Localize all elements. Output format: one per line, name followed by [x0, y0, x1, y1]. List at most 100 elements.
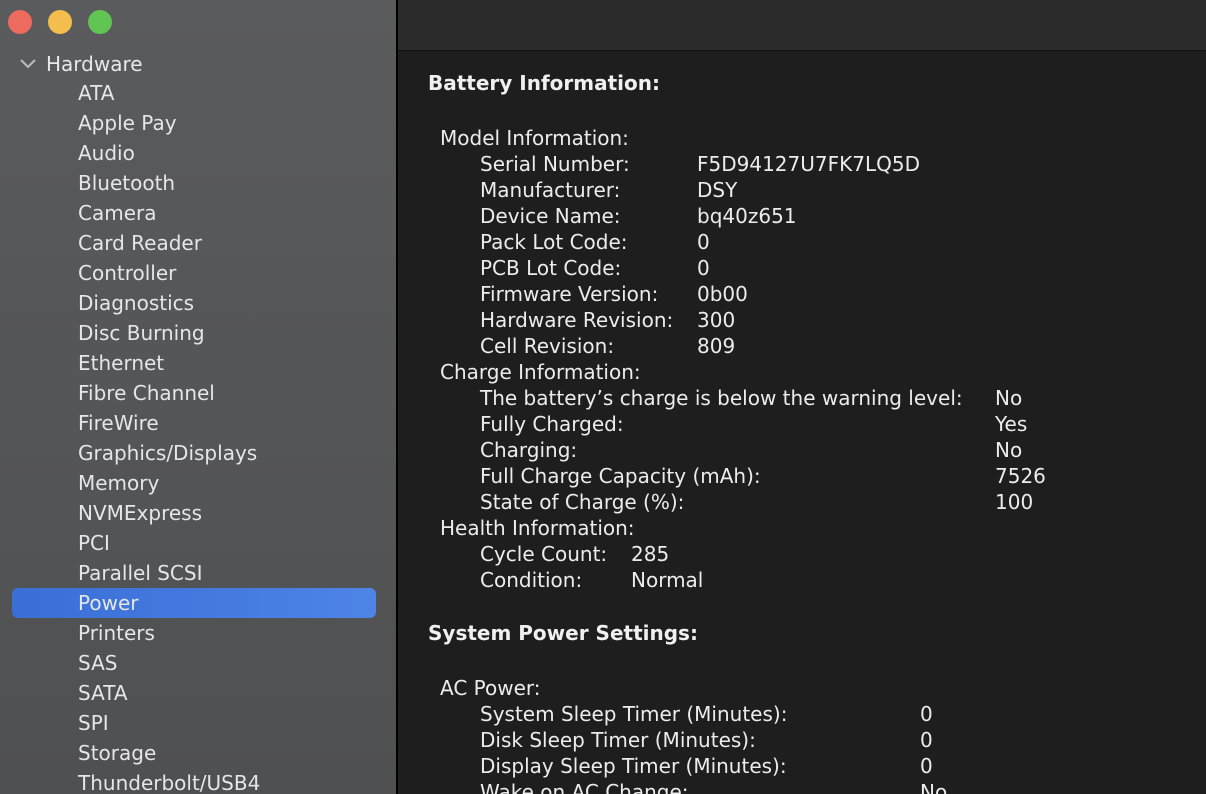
- sidebar-item-label: Audio: [78, 141, 135, 165]
- sidebar-item-ethernet[interactable]: Ethernet: [0, 348, 396, 378]
- sidebar-item-label: Apple Pay: [78, 111, 177, 135]
- fully-charged-value: Yes: [995, 412, 1028, 436]
- health-info-label: Health Information:: [440, 516, 635, 540]
- sidebar-item-label: FireWire: [78, 411, 159, 435]
- display-sleep-value: 0: [920, 754, 933, 778]
- model-info-label: Model Information:: [440, 126, 629, 150]
- sidebar-item-sata[interactable]: SATA: [0, 678, 396, 708]
- detail-pane: Battery Information: Model Information: …: [398, 51, 1206, 794]
- sidebar-item-label: Memory: [78, 471, 160, 495]
- system-sleep-value: 0: [920, 702, 933, 726]
- sidebar-item-label: Printers: [78, 621, 155, 645]
- full-capacity-label: Full Charge Capacity (mAh):: [480, 464, 761, 488]
- sidebar-item-bluetooth[interactable]: Bluetooth: [0, 168, 396, 198]
- wake-ac-label: Wake on AC Change:: [480, 780, 689, 794]
- sidebar-item-label: Graphics/Displays: [78, 441, 258, 465]
- disk-sleep-label: Disk Sleep Timer (Minutes):: [480, 728, 756, 752]
- sidebar-item-label: SATA: [78, 681, 128, 705]
- sidebar-item-label: NVMExpress: [78, 501, 202, 525]
- chevron-down-icon[interactable]: [18, 50, 38, 78]
- pack-lot-label: Pack Lot Code:: [480, 230, 628, 254]
- sidebar-item-label: Parallel SCSI: [78, 561, 203, 585]
- charge-info-label: Charge Information:: [440, 360, 641, 384]
- hardware-rev-value: 300: [697, 308, 736, 332]
- serial-number-value: F5D94127U7FK7LQ5D: [697, 152, 920, 176]
- serial-number-label: Serial Number:: [480, 152, 630, 176]
- wake-ac-value: No: [920, 780, 948, 794]
- sidebar-item-label: PCI: [78, 531, 110, 555]
- sidebar-item-storage[interactable]: Storage: [0, 738, 396, 768]
- sidebar-item-memory[interactable]: Memory: [0, 468, 396, 498]
- sidebar-item-pci[interactable]: PCI: [0, 528, 396, 558]
- pcb-lot-label: PCB Lot Code:: [480, 256, 622, 280]
- sidebar: Hardware ATA Apple Pay Audio Bluetooth Camer…: [0, 0, 398, 794]
- sidebar-item-parallel-scsi[interactable]: Parallel SCSI: [0, 558, 396, 588]
- sidebar-item-camera[interactable]: Camera: [0, 198, 396, 228]
- sidebar-item-diagnostics[interactable]: Diagnostics: [0, 288, 396, 318]
- sidebar-item-printers[interactable]: Printers: [0, 618, 396, 648]
- sidebar-item-label: Thunderbolt/USB4: [78, 771, 261, 794]
- sidebar-item-label: Camera: [78, 201, 157, 225]
- sidebar-item-power[interactable]: Power: [0, 588, 396, 618]
- sidebar-item-card-reader[interactable]: Card Reader: [0, 228, 396, 258]
- charging-value: No: [995, 438, 1023, 462]
- disk-sleep-value: 0: [920, 728, 933, 752]
- power-settings-heading: System Power Settings:: [428, 621, 698, 645]
- sidebar-item-label: Ethernet: [78, 351, 165, 375]
- sidebar-item-graphics-displays[interactable]: Graphics/Displays: [0, 438, 396, 468]
- sidebar-item-fibre-channel[interactable]: Fibre Channel: [0, 378, 396, 408]
- state-of-charge-label: State of Charge (%):: [480, 490, 685, 514]
- sidebar-tree: Hardware ATA Apple Pay Audio Bluetooth Camer…: [0, 50, 396, 794]
- fully-charged-label: Fully Charged:: [480, 412, 624, 436]
- sidebar-item-label: Controller: [78, 261, 177, 285]
- state-of-charge-value: 100: [995, 490, 1034, 514]
- sidebar-item-label: Card Reader: [78, 231, 202, 255]
- warning-level-label: The battery’s charge is below the warnin…: [480, 386, 963, 410]
- charging-label: Charging:: [480, 438, 578, 462]
- toolbar: [398, 0, 1206, 51]
- ac-power-label: AC Power:: [440, 676, 541, 700]
- hardware-rev-label: Hardware Revision:: [480, 308, 674, 332]
- sidebar-item-label: ATA: [78, 81, 115, 105]
- firmware-label: Firmware Version:: [480, 282, 659, 306]
- close-button[interactable]: [8, 10, 32, 34]
- sidebar-item-label: SPI: [78, 711, 109, 735]
- sidebar-item-sas[interactable]: SAS: [0, 648, 396, 678]
- device-name-value: bq40z651: [697, 204, 797, 228]
- sidebar-item-apple-pay[interactable]: Apple Pay: [0, 108, 396, 138]
- device-name-label: Device Name:: [480, 204, 621, 228]
- sidebar-item-firewire[interactable]: FireWire: [0, 408, 396, 438]
- sidebar-item-ata[interactable]: ATA: [0, 78, 396, 108]
- sidebar-item-controller[interactable]: Controller: [0, 258, 396, 288]
- pcb-lot-value: 0: [697, 256, 710, 280]
- full-capacity-value: 7526: [995, 464, 1046, 488]
- manufacturer-label: Manufacturer:: [480, 178, 621, 202]
- sidebar-item-disc-burning[interactable]: Disc Burning: [0, 318, 396, 348]
- minimize-button[interactable]: [48, 10, 72, 34]
- sidebar-section-hardware[interactable]: Hardware: [0, 50, 396, 78]
- pack-lot-value: 0: [697, 230, 710, 254]
- display-sleep-label: Display Sleep Timer (Minutes):: [480, 754, 787, 778]
- manufacturer-value: DSY: [697, 178, 738, 202]
- sidebar-item-spi[interactable]: SPI: [0, 708, 396, 738]
- zoom-button[interactable]: [88, 10, 112, 34]
- sidebar-item-label: Diagnostics: [78, 291, 195, 315]
- warning-level-value: No: [995, 386, 1023, 410]
- sidebar-item-label: Fibre Channel: [78, 381, 215, 405]
- battery-info-heading: Battery Information:: [428, 71, 661, 95]
- sidebar-item-audio[interactable]: Audio: [0, 138, 396, 168]
- sidebar-section-label: Hardware: [46, 52, 143, 76]
- sidebar-item-label: Storage: [78, 741, 157, 765]
- firmware-value: 0b00: [697, 282, 748, 306]
- sidebar-item-label: Disc Burning: [78, 321, 205, 345]
- cell-rev-label: Cell Revision:: [480, 334, 615, 358]
- condition-label: Condition:: [480, 568, 583, 592]
- cycle-count-value: 285: [631, 542, 670, 566]
- cell-rev-value: 809: [697, 334, 736, 358]
- sidebar-item-nvmexpress[interactable]: NVMExpress: [0, 498, 396, 528]
- condition-value: Normal: [631, 568, 704, 592]
- sidebar-item-label: Bluetooth: [78, 171, 176, 195]
- sidebar-item-label: Power: [78, 591, 139, 615]
- cycle-count-label: Cycle Count:: [480, 542, 608, 566]
- sidebar-item-thunderbolt-usb4[interactable]: Thunderbolt/USB4: [0, 768, 396, 794]
